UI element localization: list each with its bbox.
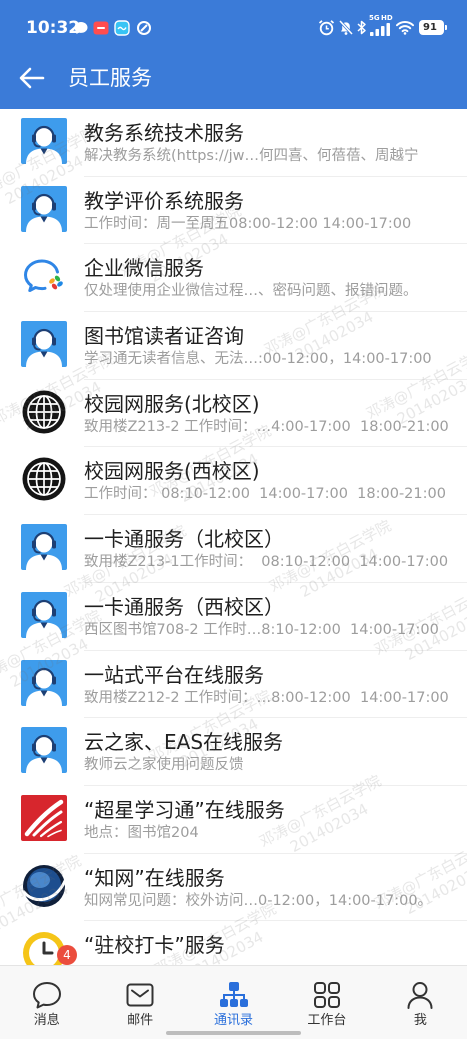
service-title: 企业微信服务 xyxy=(84,256,204,281)
globe-icon xyxy=(21,456,67,502)
page-title: 员工服务 xyxy=(68,66,152,90)
tab-label: 邮件 xyxy=(127,1013,154,1028)
service-title: 一卡通服务（北校区） xyxy=(84,527,284,552)
back-button[interactable] xyxy=(16,65,48,91)
service-subtitle: 地点：图书馆204 xyxy=(84,824,199,841)
service-subtitle: 工作时间： 08:10-12:00 14:00-17:00 18:00-21:0… xyxy=(84,486,446,503)
service-title: 一卡通服务（西校区） xyxy=(84,594,284,619)
tab-label: 消息 xyxy=(33,1013,60,1028)
service-subtitle: 知网常见问题：校外访问…0-12:00，14:00-17:00。 xyxy=(84,892,433,909)
tab-mail[interactable]: 邮件 xyxy=(93,966,186,1039)
service-row[interactable]: 教务系统技术服务 解决教务系统(https://jw…何四喜、何蓓蓓、周越宁 xyxy=(0,109,467,177)
agent-avatar-icon xyxy=(21,186,67,232)
battery-icon: 91 xyxy=(419,20,447,35)
battery-cap xyxy=(445,25,447,30)
grid-icon xyxy=(313,982,340,1008)
service-subtitle: 学习通无读者信息、无法…:00-12:00，14:00-17:00 xyxy=(84,351,432,368)
service-subtitle: 教师云之家使用问题反馈 xyxy=(84,757,244,774)
chat-bubble-icon xyxy=(32,982,61,1009)
wecom-logo-icon xyxy=(21,253,67,299)
tab-label: 我 xyxy=(413,1013,427,1028)
service-row[interactable]: 校园网服务(北校区) 致用楼Z213-2 工作时间：…4:00-17:00 18… xyxy=(0,380,467,448)
service-subtitle: 解决教务系统(https://jw…何四喜、何蓓蓓、周越宁 xyxy=(84,148,419,164)
ring-app-icon xyxy=(137,21,151,35)
service-title: “驻校打卡”服务 xyxy=(84,933,225,958)
status-bar: 10:32 5G HD 91 xyxy=(0,0,467,52)
service-subtitle: 仅处理使用企业微信过程…、密码问题、报错问题。 xyxy=(84,283,418,300)
service-subtitle: 致用楼Z212-2 工作时间：…8:00-12:00 14:00-17:00 xyxy=(84,689,449,706)
cnki-globe-icon xyxy=(21,863,67,909)
mute-bell-icon xyxy=(338,19,354,36)
battery-level: 91 xyxy=(423,22,437,33)
tab-messages[interactable]: 4 消息 xyxy=(0,945,93,1039)
red-app-icon xyxy=(93,21,109,35)
service-row[interactable]: 校园网服务(西校区) 工作时间： 08:10-12:00 14:00-17:00… xyxy=(0,447,467,516)
mail-icon xyxy=(126,983,154,1007)
tab-label: 通讯录 xyxy=(214,1013,254,1028)
bottom-tab-bar: 4 消息 邮件 通讯录 工作台 我 xyxy=(0,945,467,1039)
unread-badge: 4 xyxy=(57,945,77,965)
chat-bubble-icon xyxy=(74,22,88,34)
signal-icon xyxy=(370,23,390,36)
service-title: 教学评价系统服务 xyxy=(84,188,244,213)
service-title: “超星学习通”在线服务 xyxy=(84,797,285,822)
service-title: 教务系统技术服务 xyxy=(84,121,244,145)
tab-contacts[interactable]: 通讯录 xyxy=(187,966,280,1039)
network-hd-label: HD xyxy=(381,14,393,22)
service-row[interactable]: “知网”在线服务 知网常见问题：校外访问…0-12:00，14:00-17:00… xyxy=(0,854,467,922)
service-subtitle: 西区图书馆708-2 工作时…8:10-12:00 14:00-17:00 xyxy=(84,621,439,638)
service-list: 教务系统技术服务 解决教务系统(https://jw…何四喜、何蓓蓓、周越宁 教… xyxy=(0,109,467,965)
alarm-icon xyxy=(318,20,335,36)
network-gen-label: 5G xyxy=(369,14,380,22)
service-row[interactable]: 一站式平台在线服务 致用楼Z212-2 工作时间：…8:00-12:00 14:… xyxy=(0,651,467,719)
service-row[interactable]: “超星学习通”在线服务 地点：图书馆204 xyxy=(0,786,467,854)
blue-app-icon xyxy=(114,20,130,36)
service-row[interactable]: 一卡通服务（西校区） 西区图书馆708-2 工作时…8:10-12:00 14:… xyxy=(0,583,467,651)
service-row[interactable]: 云之家、EAS在线服务 教师云之家使用问题反馈 xyxy=(0,718,467,786)
service-title: 云之家、EAS在线服务 xyxy=(84,730,284,755)
service-row[interactable]: 图书馆读者证咨询 学习通无读者信息、无法…:00-12:00，14:00-17:… xyxy=(0,312,467,380)
wifi-icon xyxy=(396,21,414,35)
home-indicator[interactable] xyxy=(166,1031,301,1035)
org-chart-icon xyxy=(219,982,248,1007)
service-row[interactable]: 教学评价系统服务 工作时间：周一至周五08:00-12:00 14:00-17:… xyxy=(0,177,467,245)
agent-avatar-icon xyxy=(21,118,67,164)
agent-avatar-icon xyxy=(21,321,67,367)
service-subtitle: 致用楼Z213-1工作时间： 08:10-12:00 14:00-17:00 xyxy=(84,554,449,571)
service-title: 一站式平台在线服务 xyxy=(84,662,264,687)
globe-icon xyxy=(21,389,67,435)
tab-workbench[interactable]: 工作台 xyxy=(280,966,373,1039)
agent-avatar-icon xyxy=(21,727,67,773)
service-row[interactable]: 企业微信服务 仅处理使用企业微信过程…、密码问题、报错问题。 xyxy=(0,244,467,313)
tab-label: 工作台 xyxy=(307,1013,347,1028)
person-icon xyxy=(407,982,433,1009)
agent-avatar-icon xyxy=(21,660,67,706)
agent-avatar-icon xyxy=(21,592,67,638)
status-time: 10:32 xyxy=(26,18,81,38)
arrow-left-icon[interactable] xyxy=(16,65,48,91)
service-subtitle: 致用楼Z213-2 工作时间：…4:00-17:00 18:00-21:00 xyxy=(84,418,449,435)
service-subtitle: 工作时间：周一至周五08:00-12:00 14:00-17:00 xyxy=(84,215,412,232)
service-title: 校园网服务(西校区) xyxy=(84,459,260,484)
service-title: 图书馆读者证咨询 xyxy=(84,324,244,349)
service-title: 校园网服务(北校区) xyxy=(84,391,260,416)
bluetooth-icon xyxy=(357,20,366,35)
service-row[interactable]: 一卡通服务（北校区） 致用楼Z213-1工作时间： 08:10-12:00 14… xyxy=(0,515,467,583)
header: 员工服务 xyxy=(0,52,467,109)
chaoxing-logo-icon xyxy=(21,795,67,841)
tab-me[interactable]: 我 xyxy=(374,966,467,1039)
top-bar: 10:32 5G HD 91 员工服务 xyxy=(0,0,467,109)
service-title: “知网”在线服务 xyxy=(84,865,225,890)
agent-avatar-icon xyxy=(21,524,67,570)
